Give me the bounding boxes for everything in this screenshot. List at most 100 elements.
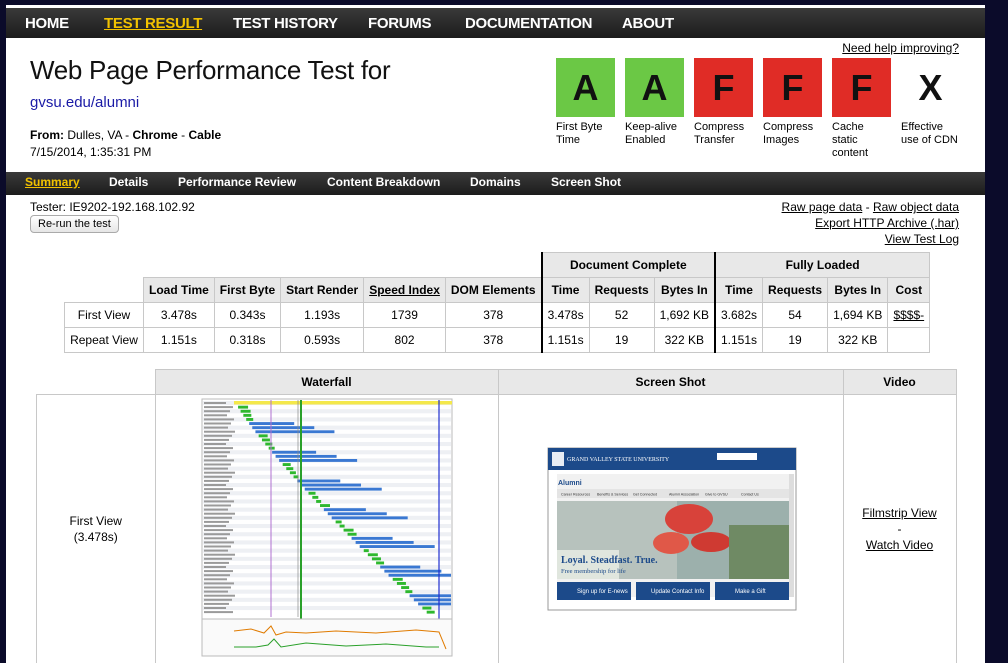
tab-domains[interactable]: Domains [470,175,521,189]
spacer [64,277,144,303]
page: HOME TEST RESULT TEST HISTORY FORUMS DOC… [6,5,985,663]
waterfall-bar [339,524,345,528]
fully-loaded-header: Fully Loaded [714,252,931,278]
raw-page-data-link[interactable]: Raw page data [782,200,863,214]
table-cell: 378 [444,327,543,353]
row-label: Repeat View [64,327,144,353]
screenshot-section: Alumni [558,480,582,487]
grade-first-byte[interactable]: A First Byte Time [556,58,615,147]
grade-label: Compress Transfer [694,121,745,146]
waterfall-thumbnail[interactable] [156,395,498,663]
waterfall-row-label [203,500,234,503]
waterfall-row-label [203,484,226,486]
from-line: From: Dulles, VA - Chrome - Cable [30,128,222,142]
waterfall-row-label [203,479,229,482]
waterfall-bar [327,512,387,516]
screenshot-cell[interactable]: GRAND VALLEY STATE UNIVERSITY Alumni Car… [497,394,844,663]
waterfall-row-bg [202,532,451,537]
nav-test-result[interactable]: TEST RESULT [104,15,202,32]
waterfall-row-label [203,471,235,474]
tab-screen-shot[interactable]: Screen Shot [551,175,621,189]
waterfall-row-label [203,406,233,409]
waterfall-row-label [203,594,235,597]
waterfall-row-label [203,529,233,532]
table-cell: 322 KB [827,327,889,353]
grade-keep-alive[interactable]: A Keep-alive Enabled [625,58,684,147]
col-header: Load Time [143,277,215,303]
help-link[interactable]: Need help improving? [842,41,959,55]
waterfall-row-label [203,418,234,421]
page-screenshot[interactable]: GRAND VALLEY STATE UNIVERSITY Alumni Car… [499,395,843,663]
video-link-separator: - [897,522,902,536]
col-header-speed-index[interactable]: Speed Index [363,277,446,303]
page-title: Web Page Performance Test for [30,55,391,85]
waterfall-bar [245,418,253,421]
waterfall-bar [426,610,435,614]
rerun-button[interactable]: Re-run the test [30,215,119,233]
tab-content-breakdown[interactable]: Content Breakdown [327,175,440,189]
table-cell: 802 [363,327,446,353]
grade-letter: X [901,58,960,117]
watch-video-link[interactable]: Watch Video [866,538,933,552]
cost-link[interactable]: $$$$- [887,302,931,328]
table-cell: 1.193s [280,302,365,328]
waterfall-cell[interactable] [154,394,499,663]
waterfall-bar [331,516,408,520]
grade-cache-static[interactable]: F Cache static content [832,58,891,160]
filmstrip-view-link[interactable]: Filmstrip View [862,506,936,520]
waterfall-row-label [203,422,231,425]
grade-cdn[interactable]: X Effective use of CDN [901,58,960,147]
export-har-link[interactable]: Export HTTP Archive (.har) [815,216,959,230]
waterfall-row-label [203,566,226,568]
nav-test-history[interactable]: TEST HISTORY [233,15,338,32]
tested-url: gvsu.edu/alumni [30,94,140,111]
raw-links: Raw page data - Raw object data Export H… [781,200,959,246]
nav-about[interactable]: ABOUT [622,15,674,32]
waterfall-row-bg [202,581,451,586]
waterfall-bar [319,504,330,507]
grade-letter: F [832,58,891,117]
tab-performance-review[interactable]: Performance Review [178,175,296,189]
waterfall-bar [289,471,296,475]
waterfall-bar [367,553,378,557]
table-cell: 52 [588,302,655,328]
from-label: From: [30,128,64,142]
screenshot-header: Screen Shot [497,369,844,395]
waterfall-row-label [203,508,228,511]
table-cell: 54 [762,302,829,328]
waterfall-bar [371,557,381,561]
raw-object-data-link[interactable]: Raw object data [873,200,959,214]
waterfall-bar [379,565,420,569]
waterfall-bar [261,438,270,442]
col-header: Bytes In [827,277,889,303]
waterfall-row-label [203,553,235,556]
tab-details[interactable]: Details [109,175,148,189]
first-view-label: First View [69,514,122,528]
nav-documentation[interactable]: DOCUMENTATION [465,15,593,32]
waterfall-row-label [203,516,232,519]
waterfall-row-label [203,520,229,523]
table-cell: 19 [588,327,655,353]
view-test-log-link[interactable]: View Test Log [885,232,959,246]
grade-compress-transfer[interactable]: F Compress Transfer [694,58,753,147]
nav-home[interactable]: HOME [25,15,69,32]
waterfall-row-label [203,545,231,548]
waterfall-bar [311,495,318,499]
table-row: Repeat View 1.151s 0.318s 0.593s 802 378… [64,327,931,353]
table-cell: 1.151s [143,327,215,353]
waterfall-row-label [203,611,233,614]
waterfall-row-label [203,541,234,544]
screenshot-btn-update: Update Contact Info [651,589,705,595]
tab-summary[interactable]: Summary [25,175,80,189]
waterfall-bar [413,598,451,602]
col-header: DOM Elements [444,277,543,303]
table-cell: 1,694 KB [827,302,889,328]
waterfall-row-label [203,561,229,564]
waterfall-row-label [203,451,230,454]
nav-forums[interactable]: FORUMS [368,15,432,32]
waterfall-row-label [203,512,235,515]
waterfall-row-label [203,533,230,536]
waterfall-row-label [203,525,226,527]
waterfall-row-label [203,557,232,560]
grade-compress-images[interactable]: F Compress Images [763,58,822,147]
